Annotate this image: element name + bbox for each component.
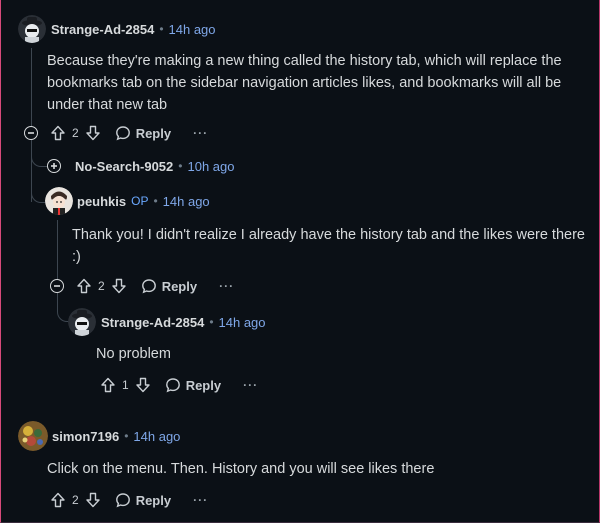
minus-circle-icon [54,285,60,287]
comment-actions: 2 Reply ··· [76,277,234,295]
thread-line [31,48,32,132]
thread-line [31,140,32,202]
avatar[interactable] [45,187,73,215]
arrow-up-icon[interactable] [100,377,116,393]
comment-body: No problem [96,346,171,362]
comment-actions: 2 Reply ··· [50,124,208,142]
username[interactable]: simon7196 [52,429,119,444]
arrow-down-icon[interactable] [135,377,151,393]
collapse-button[interactable] [50,279,64,293]
arrow-up-icon[interactable] [76,278,92,294]
arrow-down-icon[interactable] [111,278,127,294]
more-options-button[interactable]: ··· [243,378,258,392]
timestamp[interactable]: 10h ago [187,159,234,174]
username[interactable]: Strange-Ad-2854 [51,22,154,37]
arrow-up-icon[interactable] [50,125,66,141]
expand-button[interactable] [47,159,61,173]
reply-button[interactable]: Reply [165,377,221,393]
username[interactable]: peuhkis [77,194,126,209]
comment-body: Because they're making a new thing calle… [47,53,562,113]
timestamp[interactable]: 14h ago [169,22,216,37]
reply-button[interactable]: Reply [115,492,171,508]
reply-label: Reply [161,278,198,294]
avatar[interactable] [18,15,46,43]
username[interactable]: No-Search-9052 [75,159,173,174]
timestamp[interactable]: 14h ago [219,315,266,330]
avatar[interactable] [18,421,48,451]
comment-actions: 1 Reply ··· [100,376,258,394]
vote-count: 2 [98,279,105,293]
speech-bubble-icon [115,493,130,508]
arrow-up-icon[interactable] [50,492,66,508]
separator-dot: • [159,22,164,36]
comment-body: Thank you! I didn't realize I already ha… [72,227,585,265]
reply-button[interactable]: Reply [115,125,171,141]
comment-header: peuhkis OP • 14h ago [45,186,210,216]
collapsed-comment-header: No-Search-9052 • 10h ago [75,156,234,176]
speech-bubble-icon [115,126,130,141]
more-options-button[interactable]: ··· [219,279,234,293]
thread-elbow [31,140,48,167]
comment-body: Click on the menu. Then. History and you… [47,461,435,477]
timestamp[interactable]: 14h ago [133,429,180,444]
comment-header: Strange-Ad-2854 • 14h ago [18,14,216,44]
reply-button[interactable]: Reply [141,278,197,294]
username[interactable]: Strange-Ad-2854 [101,315,204,330]
separator-dot: • [153,194,158,208]
plus-circle-icon [51,163,57,169]
op-badge: OP [131,194,149,208]
comment-actions: 2 Reply ··· [50,491,208,509]
vote-count: 1 [122,378,129,392]
timestamp[interactable]: 14h ago [163,194,210,209]
separator-dot: • [124,429,129,443]
reply-label: Reply [135,125,172,141]
minus-circle-icon [28,132,34,134]
collapse-button[interactable] [24,126,38,140]
speech-bubble-icon [141,279,156,294]
reply-label: Reply [185,377,222,393]
comment-header: simon7196 • 14h ago [18,421,180,451]
separator-dot: • [209,315,214,329]
arrow-down-icon[interactable] [85,492,101,508]
speech-bubble-icon [165,378,180,393]
more-options-button[interactable]: ··· [193,126,208,140]
more-options-button[interactable]: ··· [193,493,208,507]
thread-line [57,220,58,280]
avatar[interactable] [68,308,96,336]
arrow-down-icon[interactable] [85,125,101,141]
vote-count: 2 [72,126,79,140]
vote-count: 2 [72,493,79,507]
comment-header: Strange-Ad-2854 • 14h ago [68,307,266,337]
separator-dot: • [178,159,183,173]
reply-label: Reply [135,492,172,508]
